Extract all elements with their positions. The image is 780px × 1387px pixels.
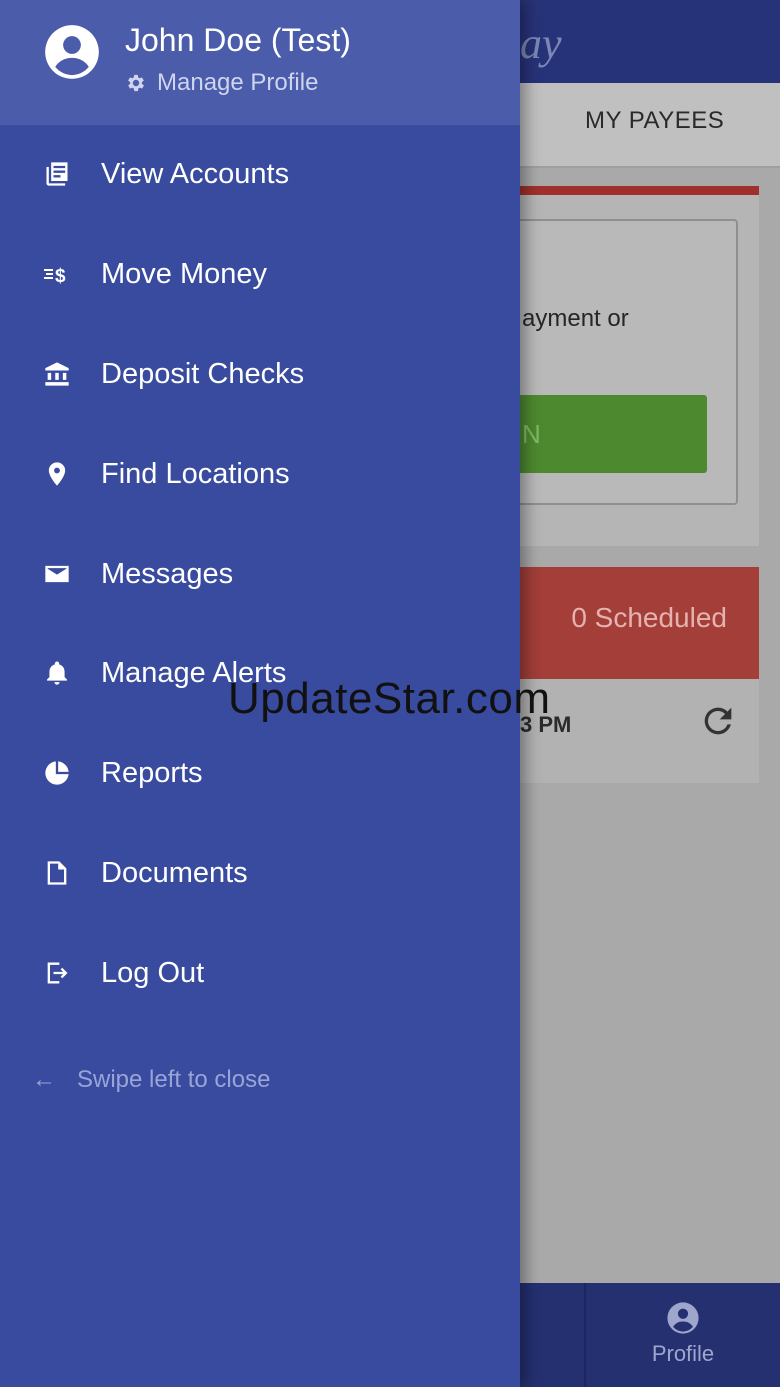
menu-label: Manage Alerts [101, 656, 287, 689]
envelope-icon [42, 559, 72, 589]
menu-label: Log Out [101, 956, 205, 989]
menu-item-deposit-checks[interactable]: Deposit Checks [0, 334, 520, 414]
menu-label: Deposit Checks [101, 357, 305, 390]
menu-item-view-accounts[interactable]: View Accounts [0, 134, 520, 214]
manage-profile-label: Manage Profile [157, 69, 319, 96]
document-icon [42, 858, 72, 888]
menu-label: Messages [101, 557, 234, 590]
refresh-icon[interactable] [698, 701, 738, 741]
menu-item-reports[interactable]: Reports [0, 733, 520, 813]
swipe-hint-label: Swipe left to close [77, 1066, 271, 1093]
last-updated-bar: 3 PM [480, 679, 759, 783]
account-circle-icon [667, 1302, 699, 1334]
app-logo: ay [520, 19, 562, 68]
menu-item-messages[interactable]: Messages [0, 534, 520, 614]
manage-profile-link[interactable]: Manage Profile [125, 68, 318, 98]
payment-card-button-label: N [522, 419, 541, 449]
menu-item-move-money[interactable]: $ Move Money [0, 234, 520, 314]
payment-card-text: ayment or [522, 305, 629, 332]
menu-label: Reports [101, 756, 203, 789]
bottom-nav-item-profile[interactable]: Profile [586, 1283, 780, 1387]
gear-icon [128, 74, 144, 92]
logout-icon [42, 958, 72, 988]
menu-item-manage-alerts[interactable]: Manage Alerts [0, 633, 520, 713]
menu-label: Documents [101, 856, 248, 889]
location-pin-icon [42, 459, 72, 489]
menu-item-find-locations[interactable]: Find Locations [0, 434, 520, 514]
account-circle-icon[interactable] [44, 24, 100, 80]
last-updated-time: 3 PM [520, 712, 572, 737]
pie-chart-icon [42, 758, 72, 788]
arrow-left-icon: ← [32, 1066, 56, 1093]
menu-label: Move Money [101, 257, 268, 290]
scheduled-banner[interactable]: 0 Scheduled [480, 567, 759, 679]
bottom-nav-profile-label: Profile [651, 1341, 715, 1366]
navigation-drawer: John Doe (Test) Manage Profile View Acco… [0, 0, 520, 1387]
accounts-list-icon [42, 159, 72, 189]
swipe-hint: ← Swipe left to close [32, 1062, 270, 1098]
transfer-money-icon: $ [42, 259, 72, 289]
menu-item-log-out[interactable]: Log Out [0, 933, 520, 1013]
drawer-header: John Doe (Test) Manage Profile [0, 0, 520, 125]
menu-label: View Accounts [101, 157, 290, 190]
user-name: John Doe (Test) [125, 22, 351, 58]
menu-item-documents[interactable]: Documents [0, 833, 520, 913]
bank-icon [42, 359, 72, 389]
payment-card: ayment or N [480, 186, 759, 546]
svg-text:$: $ [55, 266, 66, 287]
bell-icon [42, 658, 72, 688]
scheduled-count: 0 Scheduled [571, 602, 727, 633]
menu-label: Find Locations [101, 457, 290, 490]
tab-my-payees[interactable]: MY PAYEES [585, 107, 724, 135]
